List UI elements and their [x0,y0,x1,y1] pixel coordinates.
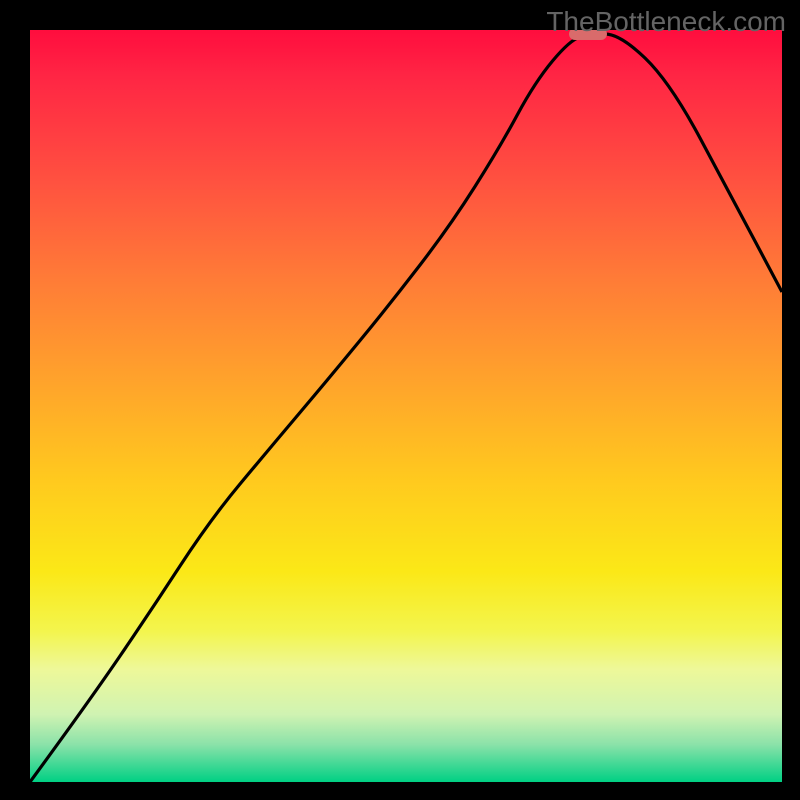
chart-svg [30,30,782,782]
watermark-text: TheBottleneck.com [546,6,786,38]
bottleneck-chart [30,30,782,782]
curve-path [30,34,782,782]
